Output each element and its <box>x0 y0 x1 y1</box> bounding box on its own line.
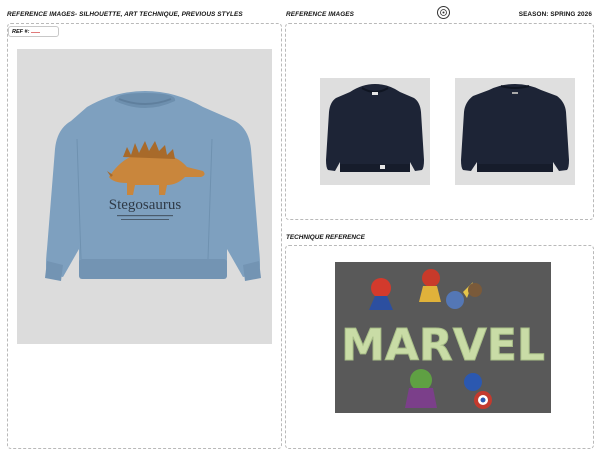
technique-title: TECHNIQUE REFERENCE <box>286 234 365 241</box>
print-text: Stegosaurus <box>109 197 182 213</box>
reference-images-title: REFERENCE IMAGES <box>286 11 354 18</box>
silhouette-reference-image: Stegosaurus <box>17 49 272 344</box>
back-reference-image <box>455 78 575 185</box>
technique-reference-image: MARVEL <box>335 262 551 413</box>
season-label: SEASON: SPRING 2026 <box>518 11 592 18</box>
brand-logo-icon <box>437 6 450 19</box>
ref-number-value-mark <box>31 32 40 33</box>
ref-number-field[interactable]: REF #: <box>8 26 59 37</box>
page-title: REFERENCE IMAGES- SILHOUETTE, ART TECHNI… <box>7 11 243 18</box>
ref-number-label: REF #: <box>12 29 30 35</box>
technique-print-text: MARVEL <box>341 320 545 371</box>
front-reference-image <box>320 78 430 185</box>
